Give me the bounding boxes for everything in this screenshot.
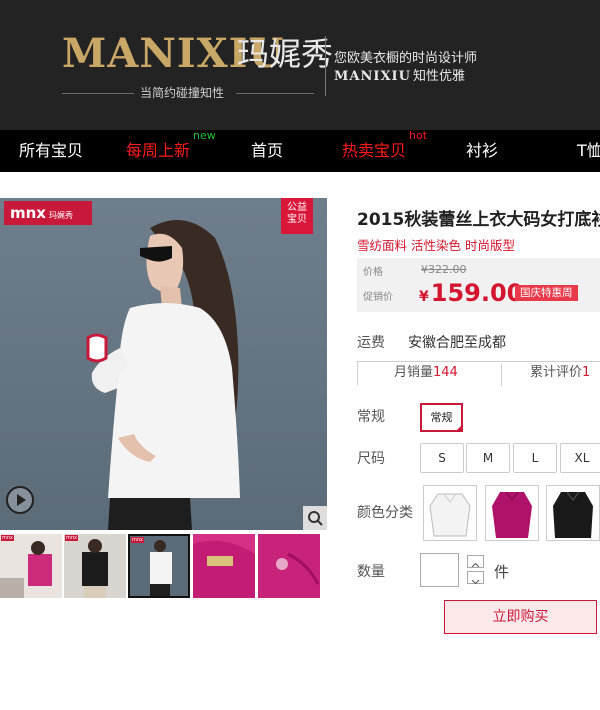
style-label: 常规 [357, 409, 385, 425]
nav-item-tshirts[interactable]: T恤 [577, 130, 600, 172]
color-option-magenta[interactable] [485, 485, 539, 541]
promo-event-tag: 国庆特惠周 [515, 285, 578, 301]
quantity-label: 数量 [357, 564, 385, 580]
logo-chinese: 玛娓秀 [237, 35, 334, 73]
price-label: 价格 [363, 267, 383, 278]
sub-tagline-text: 知性优雅 [412, 69, 465, 84]
thumb-brand-tag: mnx [65, 535, 78, 541]
size-option-xl[interactable]: XL [560, 443, 600, 473]
nav-item-weekly-new[interactable]: 每周上新 [126, 130, 190, 172]
zoom-button[interactable] [303, 506, 327, 530]
main-product-image[interactable]: mnx 玛娓秀 公益 宝贝 [0, 198, 327, 530]
product-page: MANIXIU 玛娓秀 当简约碰撞知性 您欧美衣橱的时尚设计师 MANIXIU 知… [0, 0, 600, 710]
promo-price-label: 促销价 [363, 292, 393, 303]
product-subtitle: 雪纺面料 活性染色 时尚版型 [357, 238, 515, 253]
monthly-sales-count: 144 [433, 365, 458, 380]
review-count-label: 累计评价 [530, 365, 583, 380]
thumb-image [193, 540, 255, 598]
shipping-route: 安徽合肥至成都 [408, 335, 506, 351]
brand-sub-tagline: MANIXIU 知性优雅 [334, 68, 465, 86]
product-title: 2015秋装蕾丝上衣大码女打底衫 [357, 210, 600, 230]
play-icon [17, 494, 26, 506]
quantity-unit: 件 [494, 563, 510, 581]
size-option-m[interactable]: M [466, 443, 510, 473]
thumb-brand-tag: mnx [1, 535, 14, 541]
review-count[interactable]: 累计评价1 [530, 364, 590, 382]
chevron-down-icon [471, 579, 480, 585]
shop-banner: MANIXIU 玛娓秀 当简约碰撞知性 您欧美衣橱的时尚设计师 MANIXIU 知… [0, 0, 600, 130]
model-illustration [86, 220, 240, 530]
size-option-l[interactable]: L [513, 443, 557, 473]
magenta-shirt-swatch [492, 491, 532, 538]
color-option-white[interactable] [423, 485, 477, 541]
slogan-line-right [236, 93, 314, 94]
charity-badge-line1: 公益 [287, 202, 307, 213]
style-option-regular[interactable]: 常规 [420, 403, 463, 432]
nav-item-hot-sale[interactable]: 热卖宝贝 [342, 130, 406, 172]
thumb-brand-tag: mnx [131, 537, 144, 543]
banner-divider [325, 36, 326, 96]
brand-badge-en: mnx [10, 204, 46, 222]
shop-nav: 所有宝贝 每周上新 new 首页 热卖宝贝 hot 衬衫 T恤 [0, 130, 600, 172]
white-shirt-swatch [429, 493, 471, 537]
sales-stats: 月销量144 累计评价1 [357, 361, 600, 386]
promo-price-value: 159.00 [430, 279, 524, 307]
original-price: ¥322.00 [421, 263, 467, 276]
nav-item-shirts[interactable]: 衬衫 [466, 130, 498, 172]
play-video-button[interactable] [6, 486, 34, 514]
charity-badge-line2: 宝贝 [287, 214, 307, 225]
thumbnail[interactable]: mnx [64, 534, 126, 598]
color-option-black[interactable] [546, 485, 600, 541]
slogan-line-left [62, 93, 134, 94]
thumbnail[interactable] [193, 534, 255, 598]
review-count-value: 1 [582, 365, 591, 380]
black-shirt-swatch [553, 491, 593, 538]
currency-symbol: ¥ [419, 289, 429, 305]
quantity-increase-button[interactable] [467, 555, 484, 568]
new-badge: new [193, 129, 216, 142]
brand-badge: mnx 玛娓秀 [4, 201, 92, 225]
monthly-sales: 月销量144 [394, 364, 458, 382]
nav-item-all[interactable]: 所有宝贝 [19, 130, 83, 172]
thumbnail[interactable] [258, 534, 320, 598]
thumb-image [258, 534, 320, 598]
nav-item-home[interactable]: 首页 [251, 130, 283, 172]
price-box: 价格 ¥322.00 促销价 ¥159.00 国庆特惠周 [357, 258, 600, 312]
zoom-icon [308, 511, 323, 526]
thumbnail[interactable]: mnx [0, 534, 62, 598]
thumbnail-strip: mnx mnx mnx [0, 534, 327, 600]
chevron-up-icon [471, 562, 480, 568]
thumb-image [82, 539, 108, 598]
brand-tagline: 您欧美衣橱的时尚设计师 [334, 51, 478, 66]
charity-badge: 公益 宝贝 [281, 198, 313, 234]
sub-brand-name: MANIXIU [334, 69, 411, 84]
hot-badge: hot [409, 129, 428, 142]
buy-now-button[interactable]: 立即购买 [444, 600, 597, 634]
thumb-image [150, 540, 172, 596]
quantity-input[interactable] [420, 553, 459, 587]
size-option-s[interactable]: S [420, 443, 464, 473]
monthly-sales-label: 月销量 [394, 365, 434, 380]
shipping-label: 运费 [357, 335, 385, 351]
thumbnail-active[interactable]: mnx [128, 534, 190, 598]
thumb-image [0, 541, 52, 598]
stats-divider [501, 364, 502, 386]
brand-badge-cn: 玛娓秀 [48, 211, 73, 220]
promo-price: ¥159.00 [419, 278, 523, 312]
quantity-decrease-button[interactable] [467, 571, 484, 585]
color-label: 颜色分类 [357, 505, 413, 521]
size-label: 尺码 [357, 451, 385, 467]
logo-slogan: 当简约碰撞知性 [140, 86, 225, 100]
